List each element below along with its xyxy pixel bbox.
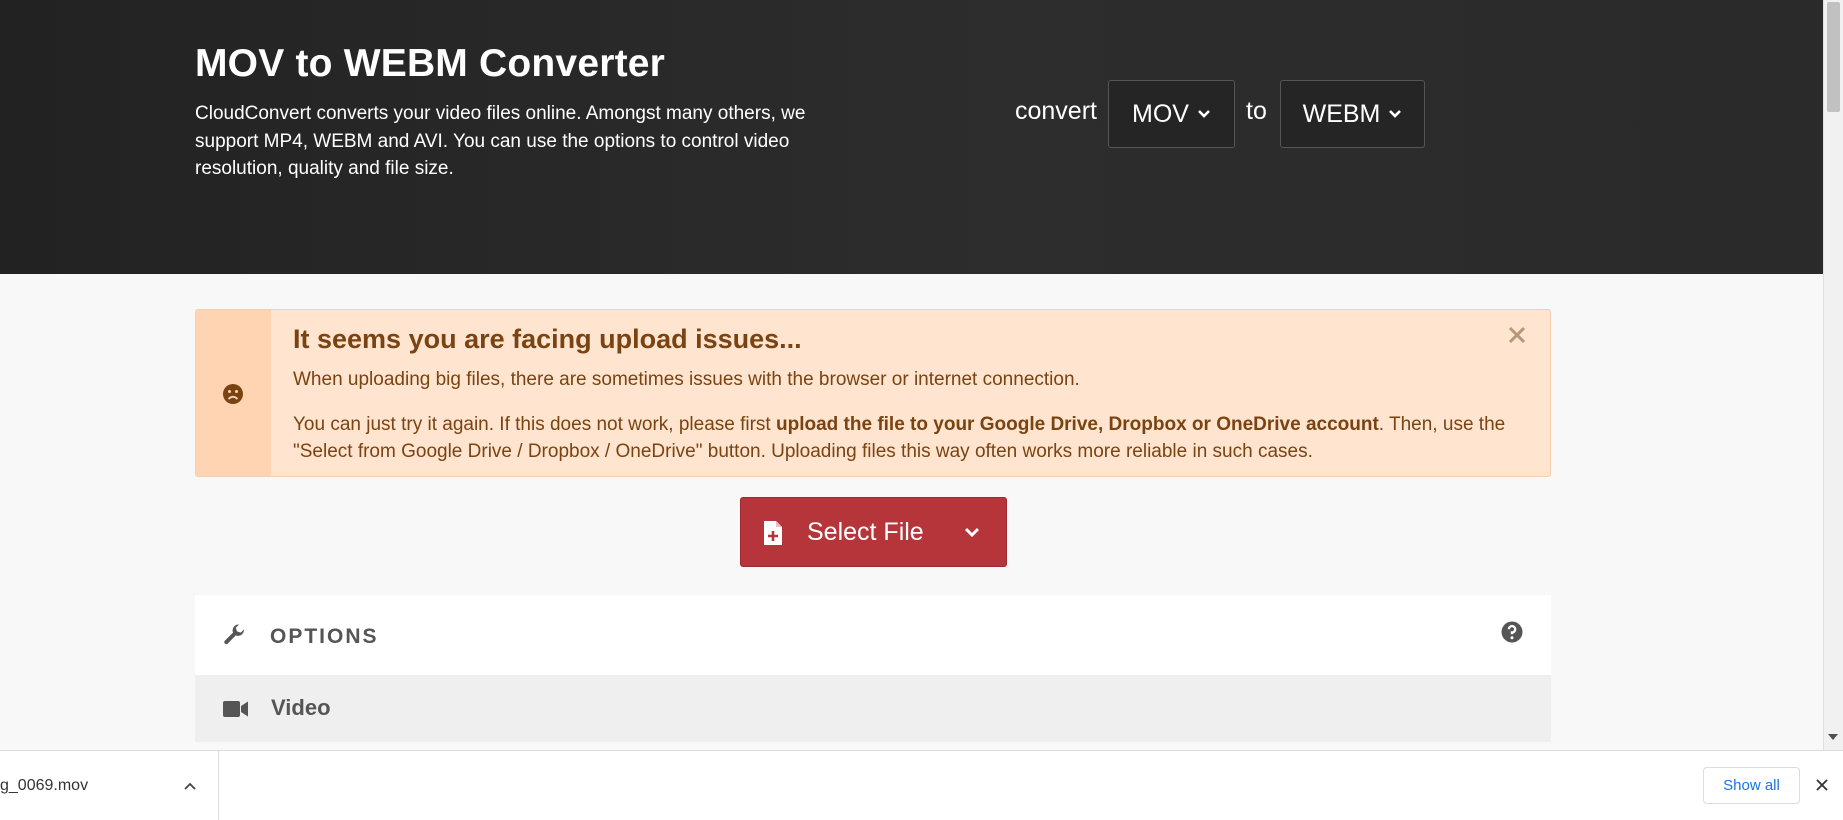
chevron-down-icon [1388, 109, 1402, 119]
upload-issue-alert: It seems you are facing upload issues...… [195, 309, 1551, 477]
options-title: OPTIONS [270, 625, 379, 648]
video-camera-icon [223, 700, 249, 723]
alert-sidebar [196, 310, 271, 476]
options-panel-header: OPTIONS [195, 595, 1551, 675]
page-description: CloudConvert converts your video files o… [195, 103, 806, 179]
file-plus-icon [763, 520, 783, 551]
convert-label: convert [1015, 97, 1097, 125]
alert-message-2: You can just try it again. If this does … [293, 411, 1513, 465]
chevron-up-icon[interactable] [183, 778, 197, 796]
page-title: MOV to WEBM Converter [195, 42, 666, 85]
to-format-value: WEBM [1302, 99, 1381, 128]
show-all-button[interactable]: Show all [1703, 767, 1800, 804]
alert-message-2-bold: upload the file to your Google Drive, Dr… [776, 414, 1379, 435]
close-icon[interactable] [1815, 778, 1829, 797]
chevron-down-icon[interactable] [964, 526, 980, 544]
sad-face-icon [222, 383, 244, 405]
alert-message-2-start: You can just try it again. If this does … [293, 414, 776, 435]
from-format-select[interactable]: MOV [1108, 80, 1235, 148]
browser-download-bar: g_0069.mov Show all [0, 750, 1843, 820]
alert-message-1: When uploading big files, there are some… [293, 369, 1080, 390]
help-icon[interactable] [1501, 621, 1523, 648]
hero-header: MOV to WEBM Converter CloudConvert conve… [0, 0, 1823, 274]
to-label: to [1246, 97, 1267, 125]
download-item[interactable]: g_0069.mov [0, 751, 219, 820]
scroll-down-arrow-icon[interactable] [1828, 734, 1838, 740]
to-format-select[interactable]: WEBM [1280, 80, 1425, 148]
page-scrollbar[interactable] [1823, 0, 1843, 750]
chevron-down-icon [1197, 109, 1211, 119]
select-file-button[interactable]: Select File [740, 497, 1007, 567]
wrench-icon [223, 623, 247, 652]
close-icon[interactable] [1506, 324, 1528, 346]
select-file-label: Select File [807, 518, 924, 546]
video-section-title: Video [271, 695, 331, 720]
download-filename: g_0069.mov [0, 777, 89, 794]
scrollbar-thumb[interactable] [1827, 2, 1840, 112]
from-format-value: MOV [1132, 99, 1189, 128]
alert-title: It seems you are facing upload issues... [293, 324, 802, 354]
video-options-section[interactable]: Video [195, 675, 1551, 742]
